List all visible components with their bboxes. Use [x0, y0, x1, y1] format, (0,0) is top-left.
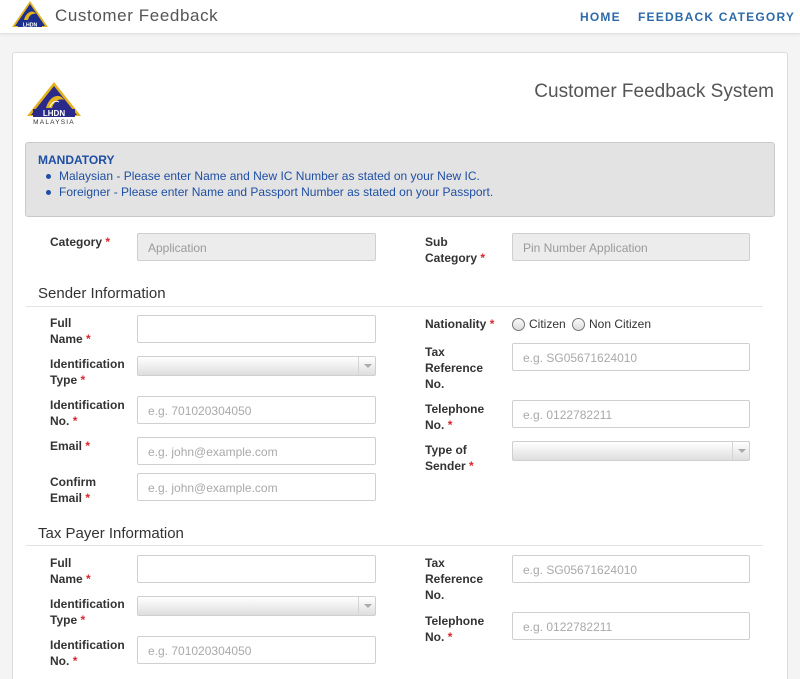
- taxpayer-telephone-label: Telephone No. *: [425, 614, 485, 644]
- citizen-radio[interactable]: [512, 318, 525, 331]
- bullet-icon: [46, 190, 51, 195]
- sender-full-name-input[interactable]: [137, 315, 376, 343]
- sender-id-type-select[interactable]: [137, 356, 376, 376]
- logo-lhdn-text: LHDN: [43, 109, 65, 118]
- brand-title[interactable]: Customer Feedback: [55, 6, 218, 26]
- svg-text:LHDN: LHDN: [23, 22, 38, 28]
- sender-full-name-label: Full Name *: [50, 316, 91, 346]
- lhdn-malaysia-logo: LHDN MALAYSIA: [27, 82, 81, 126]
- nav-home-link[interactable]: HOME: [580, 10, 621, 24]
- nationality-label: Nationality *: [425, 317, 495, 331]
- top-navbar: LHDN Customer Feedback HOME FEEDBACK CAT…: [0, 0, 800, 34]
- taxpayer-tax-ref-input[interactable]: e.g. SG05671624010: [512, 555, 750, 583]
- chevron-down-icon: [358, 597, 375, 615]
- sender-confirm-email-input[interactable]: e.g. john@example.com: [137, 473, 376, 501]
- logo-malaysia-text: MALAYSIA: [33, 119, 75, 126]
- sub-category-label: Sub Category *: [425, 235, 486, 265]
- taxpayer-telephone-input[interactable]: e.g. 0122782211: [512, 612, 750, 640]
- chevron-down-icon: [732, 442, 749, 460]
- taxpayer-id-no-label: Identification No. *: [50, 638, 125, 668]
- sender-type-select[interactable]: [512, 441, 750, 461]
- sender-telephone-input[interactable]: e.g. 0122782211: [512, 400, 750, 428]
- sender-email-input[interactable]: e.g. john@example.com: [137, 437, 376, 465]
- sub-category-field[interactable]: Pin Number Application: [512, 233, 750, 261]
- non-citizen-radio[interactable]: [572, 318, 585, 331]
- section-divider: [26, 306, 763, 307]
- taxpayer-id-no-input[interactable]: e.g. 701020304050: [137, 636, 376, 664]
- taxpayer-full-name-input[interactable]: [137, 555, 376, 583]
- nav-feedback-category-link[interactable]: FEEDBACK CATEGORY: [638, 10, 795, 24]
- sender-tax-ref-label: Tax Reference No.: [425, 345, 484, 391]
- lhdn-logo-icon[interactable]: LHDN: [11, 0, 49, 30]
- sender-telephone-label: Telephone No. *: [425, 402, 485, 432]
- taxpayer-full-name-label: Full Name *: [50, 556, 91, 586]
- taxpayer-tax-ref-label: Tax Reference No.: [425, 556, 484, 602]
- taxpayer-section-title: Tax Payer Information: [38, 525, 184, 542]
- chevron-down-icon: [358, 357, 375, 375]
- mandatory-item: Malaysian - Please enter Name and New IC…: [59, 169, 480, 183]
- sender-tax-ref-input[interactable]: e.g. SG05671624010: [512, 343, 750, 371]
- sender-id-type-label: Identification Type *: [50, 357, 125, 387]
- mandatory-item: Foreigner - Please enter Name and Passpo…: [59, 185, 494, 199]
- sender-section-title: Sender Information: [38, 285, 166, 302]
- citizen-radio-label[interactable]: Citizen: [529, 317, 566, 331]
- sender-confirm-email-label: Confirm Email *: [50, 475, 96, 505]
- category-label: Category *: [50, 235, 111, 249]
- taxpayer-id-type-select[interactable]: [137, 596, 376, 616]
- non-citizen-radio-label[interactable]: Non Citizen: [589, 317, 651, 331]
- mandatory-title: MANDATORY: [38, 153, 115, 167]
- taxpayer-id-type-label: Identification Type *: [50, 597, 125, 627]
- sender-email-label: Email *: [50, 439, 91, 453]
- category-field[interactable]: Application: [137, 233, 376, 261]
- bullet-icon: [46, 174, 51, 179]
- sender-id-no-input[interactable]: e.g. 701020304050: [137, 396, 376, 424]
- sender-type-label: Type of Sender *: [425, 443, 474, 473]
- mandatory-notice: MANDATORY Malaysian - Please enter Name …: [25, 142, 775, 217]
- sender-id-no-label: Identification No. *: [50, 398, 125, 428]
- section-divider: [26, 545, 763, 546]
- page-title: Customer Feedback System: [534, 81, 774, 102]
